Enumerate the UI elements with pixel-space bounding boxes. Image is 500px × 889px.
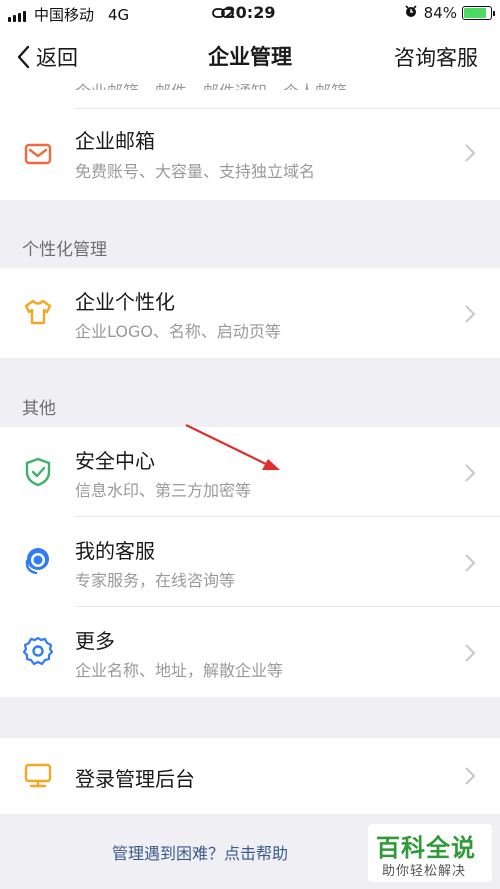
nav-bar: 返回 企业管理 咨询客服 (0, 28, 500, 84)
security-center-title: 安全中心 (75, 449, 155, 473)
gear-icon (22, 635, 54, 667)
status-bar: 中国移动 4G 20:29 84% (0, 0, 500, 28)
help-link-text: 管理遇到困难？点击帮助 (111, 844, 288, 863)
shield-icon (22, 456, 54, 488)
mail-card: 企业邮箱、邮件、邮件通知、个人邮箱 企业邮箱 免费账号、大容量、支持独立域名 (0, 82, 500, 200)
battery-icon (462, 6, 495, 20)
personalize-row[interactable]: 企业个性化 企业LOGO、名称、启动页等 (0, 268, 500, 358)
admin-card: 登录管理后台 (0, 738, 500, 814)
email-subtitle: 免费账号、大容量、支持独立域名 (75, 162, 316, 181)
partial-row-text: 企业邮箱、邮件、邮件通知、个人邮箱 (75, 78, 347, 90)
battery-percent: 84% (423, 4, 457, 22)
help-link[interactable]: 管理遇到困难？点击帮助 (0, 840, 400, 864)
tshirt-icon (22, 296, 54, 328)
back-label: 返回 (36, 46, 78, 70)
chevron-right-icon (465, 767, 476, 785)
chevron-right-icon (465, 464, 476, 482)
personalize-subtitle: 企业LOGO、名称、启动页等 (75, 322, 281, 341)
more-subtitle: 企业名称、地址，解散企业等 (75, 661, 284, 680)
chevron-right-icon (465, 644, 476, 662)
section-other-label: 其他 (22, 399, 56, 419)
watermark-logo: 百科全说 助你轻松解决 (368, 824, 492, 882)
chevron-right-icon (465, 305, 476, 323)
monitor-icon (22, 760, 54, 792)
email-title: 企业邮箱 (75, 129, 155, 153)
watermark-title: 百科全说 (376, 834, 476, 862)
status-right: 84% (404, 4, 495, 22)
customer-service-button[interactable]: 咨询客服 (394, 42, 478, 72)
mail-icon (22, 138, 54, 170)
security-center-subtitle: 信息水印、第三方加密等 (75, 481, 252, 500)
more-row[interactable]: 更多 企业名称、地址，解散企业等 (0, 607, 500, 697)
personalize-card: 企业个性化 企业LOGO、名称、启动页等 (0, 268, 500, 358)
my-service-row[interactable]: 我的客服 专家服务，在线咨询等 (0, 517, 500, 607)
admin-login-title: 登录管理后台 (75, 767, 195, 791)
chevron-right-icon (465, 554, 476, 572)
other-card: 安全中心 信息水印、第三方加密等 我的客服 专家服务，在线咨询等 更多 企业名称… (0, 427, 500, 697)
security-center-row[interactable]: 安全中心 信息水印、第三方加密等 (0, 427, 500, 517)
alarm-icon (404, 4, 418, 22)
personalize-title: 企业个性化 (75, 290, 175, 314)
chevron-left-icon (17, 45, 30, 69)
more-title: 更多 (75, 629, 115, 653)
headset-icon (22, 545, 54, 577)
back-button[interactable]: 返回 (16, 42, 78, 72)
my-service-subtitle: 专家服务，在线咨询等 (75, 571, 236, 590)
section-personalize-label: 个性化管理 (22, 240, 107, 260)
admin-login-row[interactable]: 登录管理后台 (0, 738, 500, 814)
watermark-tagline: 助你轻松解决 (382, 864, 467, 879)
email-row[interactable]: 企业邮箱 免费账号、大容量、支持独立域名 (0, 109, 500, 199)
my-service-title: 我的客服 (75, 539, 155, 563)
chevron-right-icon (465, 144, 476, 162)
